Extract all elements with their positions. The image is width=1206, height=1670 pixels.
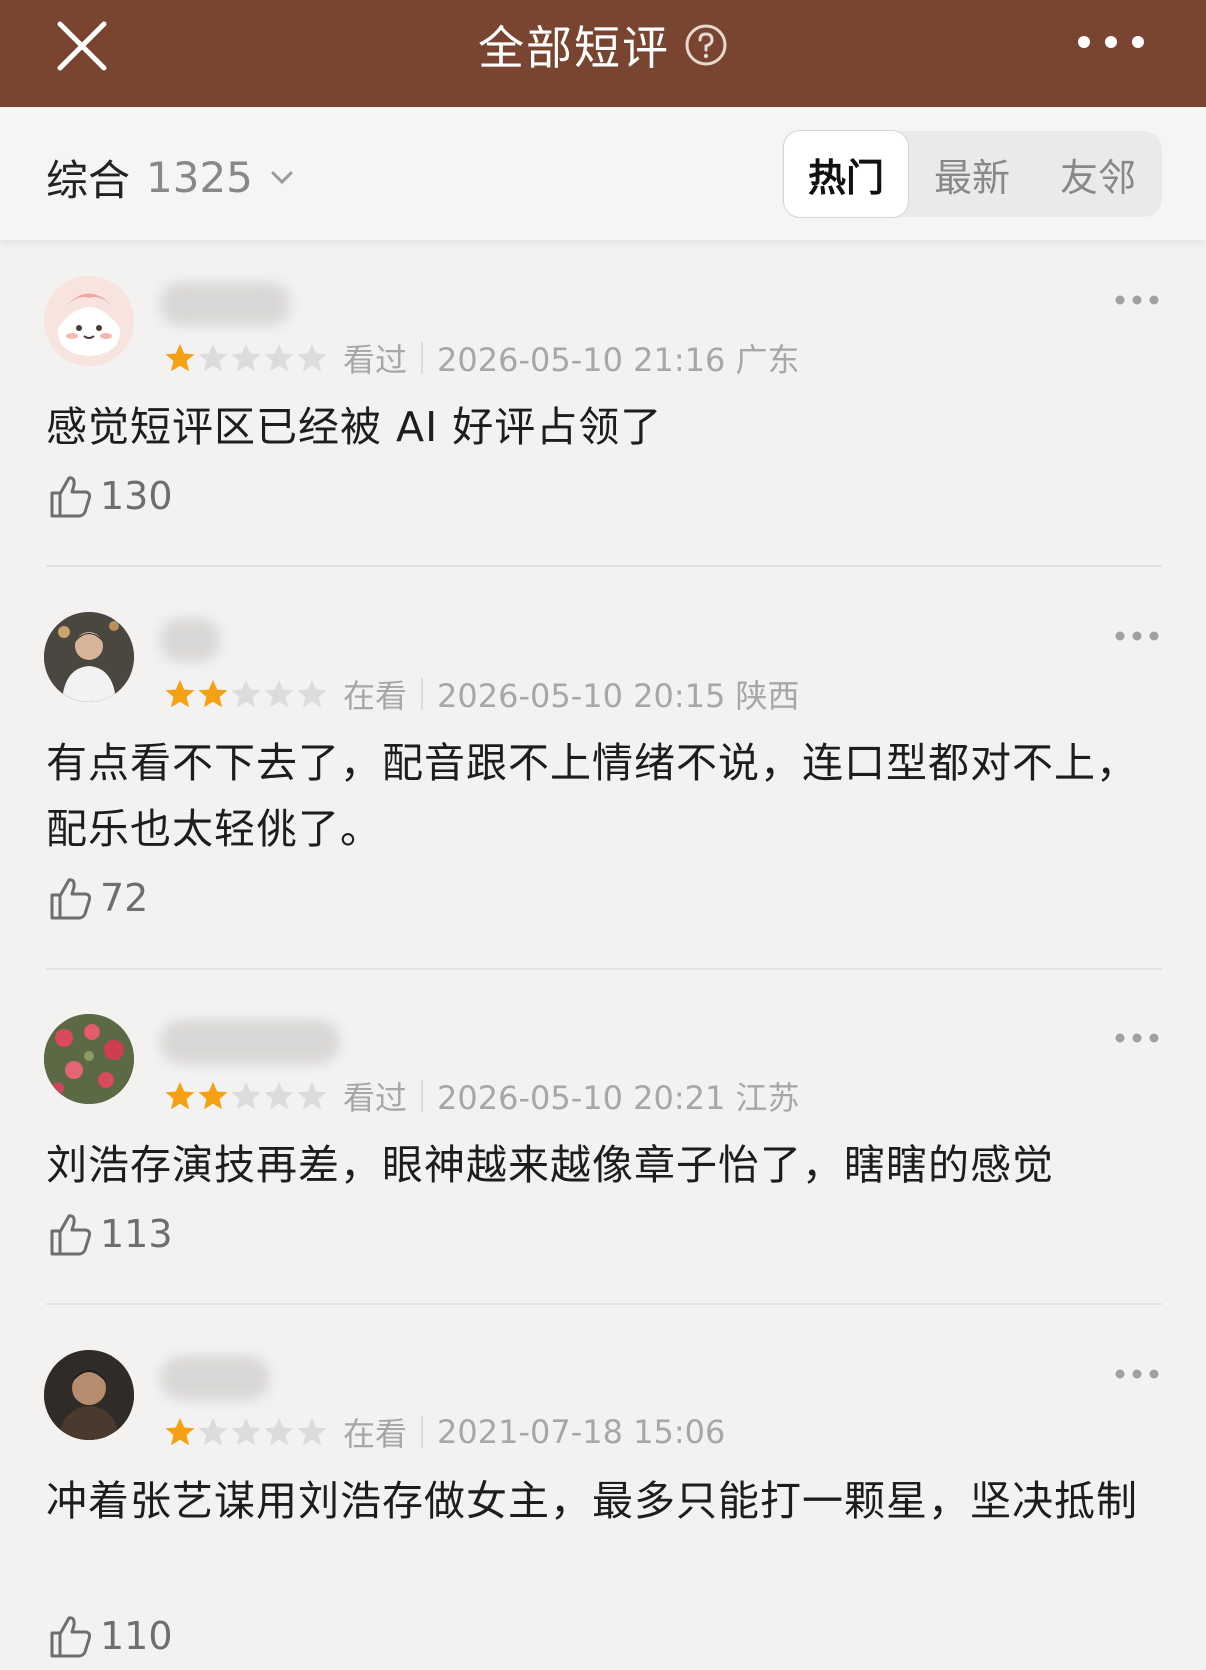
review-datetime: 2026-05-10 21:16 广东 (437, 341, 800, 379)
star-filled-icon (165, 680, 195, 708)
review-datetime: 2026-05-10 20:15 陕西 (437, 677, 800, 715)
star-filled-icon (165, 344, 195, 372)
username-redacted[interactable] (160, 618, 220, 662)
avatar[interactable] (44, 612, 134, 702)
filter-segmented-control: 热门 最新 友邻 (782, 131, 1162, 217)
review-datetime: 2026-05-10 20:21 江苏 (437, 1079, 800, 1117)
star-empty-icon (231, 680, 261, 708)
like-button[interactable]: 130 (46, 472, 173, 520)
star-empty-icon (297, 680, 327, 708)
like-button[interactable]: 110 (46, 1612, 173, 1660)
like-count: 113 (100, 1212, 173, 1256)
star-empty-icon (297, 1418, 327, 1446)
tab-friends[interactable]: 友邻 (1036, 131, 1160, 217)
username-redacted[interactable] (160, 282, 290, 326)
review-meta: 在看 2026-05-10 20:15 陕西 (164, 674, 800, 715)
more-options-icon[interactable] (1076, 30, 1146, 54)
avatar[interactable] (44, 1014, 134, 1104)
review-meta: 看过 2026-05-10 20:21 江苏 (164, 1076, 800, 1117)
star-empty-icon (231, 344, 261, 372)
top-app-bar: 全部短评 (0, 0, 1206, 107)
review-meta: 在看 2021-07-18 15:06 (164, 1412, 726, 1453)
divider (421, 678, 424, 710)
more-options-icon[interactable] (1114, 630, 1160, 642)
star-filled-icon (165, 1418, 195, 1446)
page-title: 全部短评 (478, 21, 670, 75)
divider (46, 1303, 1162, 1305)
like-button[interactable]: 72 (46, 874, 148, 922)
star-filled-icon (198, 1082, 228, 1110)
star-empty-icon (297, 344, 327, 372)
star-rating (164, 1080, 329, 1112)
star-rating (164, 678, 329, 710)
star-empty-icon (198, 344, 228, 372)
watch-status: 在看 (343, 677, 408, 715)
more-options-icon[interactable] (1114, 1368, 1160, 1380)
star-empty-icon (264, 1082, 294, 1110)
star-rating (164, 1416, 329, 1448)
watch-status: 看过 (343, 1079, 408, 1117)
star-rating (164, 342, 329, 374)
review-meta: 看过 2026-05-10 21:16 广东 (164, 338, 800, 379)
divider (421, 1080, 424, 1112)
watch-status: 看过 (343, 341, 408, 379)
more-options-icon[interactable] (1114, 1032, 1160, 1044)
star-empty-icon (231, 1418, 261, 1446)
star-empty-icon (297, 1082, 327, 1110)
username-redacted[interactable] (160, 1356, 270, 1400)
like-count: 110 (100, 1614, 173, 1658)
sort-dropdown[interactable]: 综合 1325 (46, 147, 297, 208)
page-header: 全部短评 (0, 0, 1206, 90)
divider (421, 1416, 424, 1448)
thumbs-up-icon (50, 878, 92, 920)
divider (421, 342, 424, 374)
sort-label: 综合 (46, 156, 131, 205)
help-icon[interactable] (684, 23, 728, 67)
star-empty-icon (264, 680, 294, 708)
tab-hot[interactable]: 热门 (784, 131, 908, 217)
review-text: 冲着张艺谋用刘浩存做女主，最多只能打一颗星，坚决抵制 (46, 1477, 1138, 1525)
like-button[interactable]: 113 (46, 1210, 173, 1258)
star-empty-icon (264, 344, 294, 372)
tab-latest[interactable]: 最新 (910, 131, 1034, 217)
thumbs-up-icon (50, 1214, 92, 1256)
star-filled-icon (165, 1082, 195, 1110)
sort-bar: 综合 1325 热门 最新 友邻 (0, 107, 1206, 240)
more-options-icon[interactable] (1114, 294, 1160, 306)
like-count: 72 (100, 876, 149, 920)
chevron-down-icon (271, 171, 293, 184)
review-text: 刘浩存演技再差，眼神越来越像章子怡了，瞎瞎的感觉 (46, 1141, 1054, 1189)
watch-status: 在看 (343, 1415, 408, 1453)
avatar[interactable] (44, 276, 134, 366)
star-empty-icon (264, 1418, 294, 1446)
divider (46, 968, 1162, 970)
review-text: 有点看不下去了，配音跟不上情绪不说，连口型都对不上，配乐也太轻佻了。 (46, 739, 1138, 853)
thumbs-up-icon (50, 1616, 92, 1658)
star-empty-icon (231, 1082, 261, 1110)
username-redacted[interactable] (160, 1020, 340, 1064)
thumbs-up-icon (50, 476, 92, 518)
avatar[interactable] (44, 1350, 134, 1440)
star-filled-icon (198, 680, 228, 708)
like-count: 130 (100, 474, 173, 518)
divider (46, 565, 1162, 567)
review-count: 1325 (146, 153, 253, 202)
review-datetime: 2021-07-18 15:06 (437, 1413, 726, 1451)
star-empty-icon (198, 1418, 228, 1446)
review-text: 感觉短评区已经被 AI 好评占领了 (46, 403, 663, 451)
